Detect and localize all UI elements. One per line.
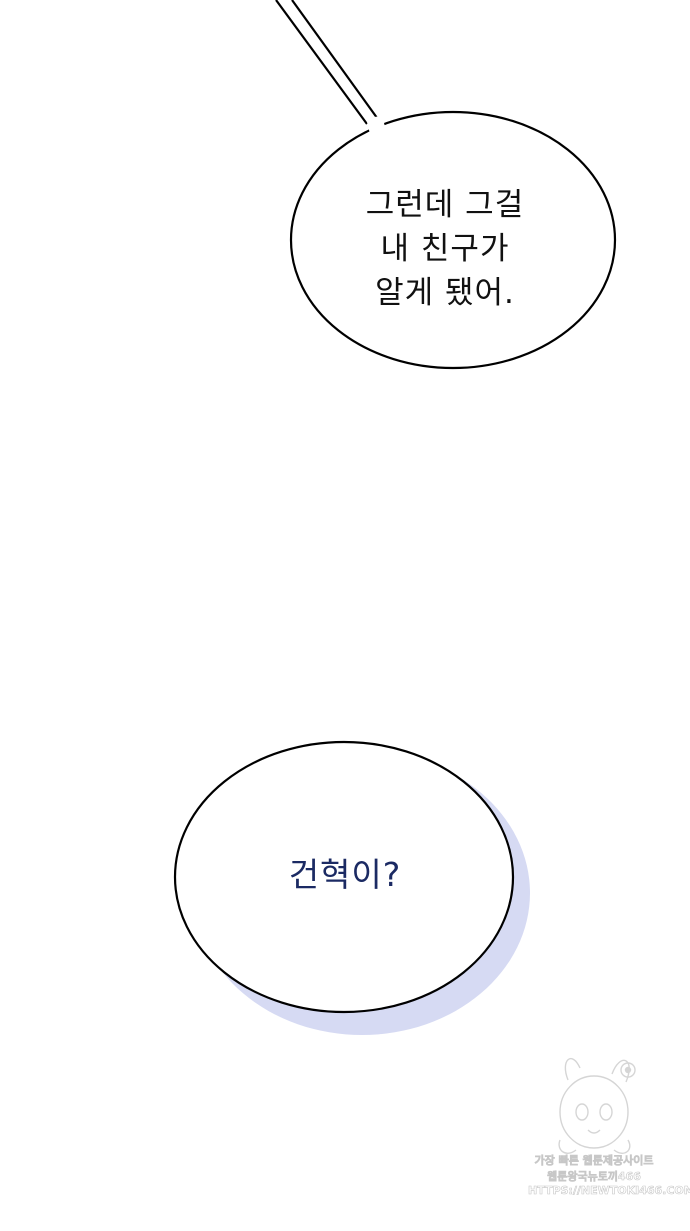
watermark: 가장 빠른 웹툰제공사이트 웹툰왕국뉴토끼466 HTTPS://NEWTOKI… <box>528 1048 690 1218</box>
speech-bubble-2-text: 건혁이? <box>288 855 402 894</box>
speech-bubble-1-tail <box>275 0 381 125</box>
comic-panel: 그런데 그걸 내 친구가 알게 됐어. 건혁이? 가장 빠른 웹툰제공사이트 웹… <box>0 0 690 1227</box>
watermark-line-1: 가장 빠른 웹툰제공사이트 <box>534 1154 654 1168</box>
watermark-line-2: 웹툰왕국뉴토끼466 <box>547 1170 641 1184</box>
speech-bubble-1-text: 그런데 그걸 내 친구가 알게 됐어. <box>365 187 525 311</box>
watermark-line-3: HTTPS://NEWTOKI466.COM <box>528 1184 690 1198</box>
